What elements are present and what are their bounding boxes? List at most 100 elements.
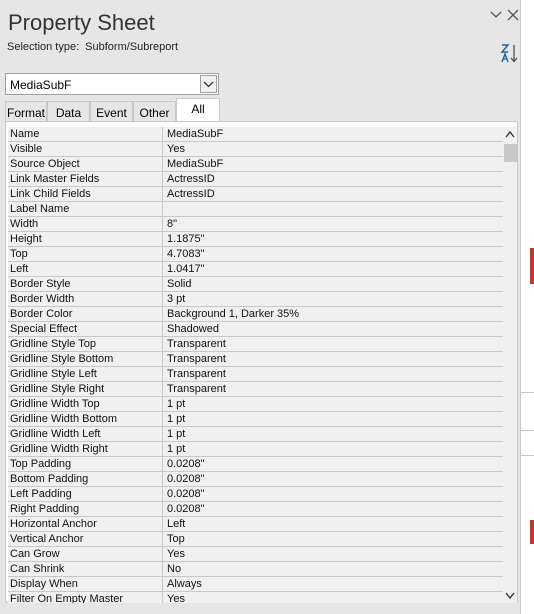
- property-value[interactable]: 1.0417": [163, 262, 503, 277]
- property-value[interactable]: Solid: [163, 277, 503, 292]
- property-row[interactable]: Right Padding 0.0208": [8, 502, 503, 517]
- property-name: Top Padding: [8, 457, 163, 472]
- property-value[interactable]: MediaSubF: [163, 157, 503, 172]
- property-value[interactable]: 8": [163, 217, 503, 232]
- sort-button[interactable]: [499, 42, 519, 64]
- property-row[interactable]: Left Padding 0.0208": [8, 487, 503, 502]
- property-row[interactable]: Link Child Fields ActressID: [8, 187, 503, 202]
- scroll-down-button[interactable]: [503, 588, 517, 603]
- property-name: Special Effect: [8, 322, 163, 337]
- property-value[interactable]: 3 pt: [163, 292, 503, 307]
- property-value[interactable]: 0.0208": [163, 472, 503, 487]
- property-value[interactable]: Shadowed: [163, 322, 503, 337]
- property-value[interactable]: No: [163, 562, 503, 577]
- property-row[interactable]: Gridline Width Bottom 1 pt: [8, 412, 503, 427]
- property-row[interactable]: Source Object MediaSubF: [8, 157, 503, 172]
- property-value[interactable]: Transparent: [163, 337, 503, 352]
- property-value[interactable]: ActressID: [163, 172, 503, 187]
- property-value[interactable]: 1 pt: [163, 442, 503, 457]
- scroll-up-button[interactable]: [503, 127, 517, 142]
- property-value[interactable]: 0.0208": [163, 457, 503, 472]
- chevron-down-icon: [203, 81, 214, 88]
- vertical-scrollbar[interactable]: [503, 127, 517, 603]
- property-row[interactable]: Gridline Style Bottom Transparent: [8, 352, 503, 367]
- property-row[interactable]: Special Effect Shadowed: [8, 322, 503, 337]
- property-name: Gridline Width Top: [8, 397, 163, 412]
- property-row[interactable]: Left 1.0417": [8, 262, 503, 277]
- property-value[interactable]: Transparent: [163, 382, 503, 397]
- object-selector-dropdown[interactable]: MediaSubF: [5, 73, 219, 95]
- property-row[interactable]: Link Master Fields ActressID: [8, 172, 503, 187]
- property-value[interactable]: 1.1875": [163, 232, 503, 247]
- property-name: Gridline Style Left: [8, 367, 163, 382]
- property-row[interactable]: Display When Always: [8, 577, 503, 592]
- property-name: Gridline Style Right: [8, 382, 163, 397]
- collapse-pane-button[interactable]: [489, 8, 503, 22]
- property-value[interactable]: 1 pt: [163, 397, 503, 412]
- property-name: Bottom Padding: [8, 472, 163, 487]
- edge-marker: [530, 248, 534, 284]
- property-row[interactable]: Can Shrink No: [8, 562, 503, 577]
- close-pane-button[interactable]: [506, 8, 520, 22]
- tab-data[interactable]: Data: [47, 101, 90, 122]
- property-grid: Name MediaSubF Visible Yes Source Object Medi…: [8, 127, 503, 603]
- property-row[interactable]: Visible Yes: [8, 142, 503, 157]
- property-value[interactable]: MediaSubF: [163, 127, 503, 142]
- property-row[interactable]: Gridline Style Left Transparent: [8, 367, 503, 382]
- property-value[interactable]: Yes: [163, 142, 503, 157]
- close-icon: [507, 9, 519, 21]
- property-row[interactable]: Top Padding 0.0208": [8, 457, 503, 472]
- property-row[interactable]: Border Color Background 1, Darker 35%: [8, 307, 503, 322]
- property-row[interactable]: Gridline Width Right 1 pt: [8, 442, 503, 457]
- property-row[interactable]: Gridline Style Top Transparent: [8, 337, 503, 352]
- property-name: Visible: [8, 142, 163, 157]
- property-row[interactable]: Gridline Style Right Transparent: [8, 382, 503, 397]
- property-name: Horizontal Anchor: [8, 517, 163, 532]
- property-row[interactable]: Border Style Solid: [8, 277, 503, 292]
- property-name: Can Grow: [8, 547, 163, 562]
- property-row[interactable]: Filter On Empty Master Yes: [8, 592, 503, 603]
- edge-marker: [530, 520, 534, 544]
- property-row[interactable]: Label Name: [8, 202, 503, 217]
- arrow-down-icon: [505, 592, 515, 600]
- property-name: Source Object: [8, 157, 163, 172]
- property-row[interactable]: Name MediaSubF: [8, 127, 503, 142]
- tab-event[interactable]: Event: [90, 101, 133, 122]
- property-value[interactable]: Top: [163, 532, 503, 547]
- property-row[interactable]: Gridline Width Top 1 pt: [8, 397, 503, 412]
- object-selector-value: MediaSubF: [10, 78, 72, 92]
- property-row[interactable]: Border Width 3 pt: [8, 292, 503, 307]
- property-value[interactable]: [163, 202, 503, 217]
- property-value[interactable]: 1 pt: [163, 412, 503, 427]
- property-sheet-pane: Property Sheet Selection type: Subform/Su…: [0, 0, 521, 614]
- tab-all[interactable]: All: [176, 98, 220, 123]
- tab-other[interactable]: Other: [133, 101, 176, 122]
- property-grid-container: Name MediaSubF Visible Yes Source Object Medi…: [5, 121, 518, 603]
- property-value[interactable]: Transparent: [163, 367, 503, 382]
- property-value[interactable]: ActressID: [163, 187, 503, 202]
- property-value[interactable]: Left: [163, 517, 503, 532]
- property-row[interactable]: Width 8": [8, 217, 503, 232]
- scrollbar-thumb[interactable]: [504, 144, 517, 162]
- property-value[interactable]: Always: [163, 577, 503, 592]
- property-value[interactable]: 1 pt: [163, 427, 503, 442]
- property-value[interactable]: 4.7083": [163, 247, 503, 262]
- property-row[interactable]: Vertical Anchor Top: [8, 532, 503, 547]
- dropdown-arrow-button[interactable]: [200, 75, 217, 93]
- tab-format[interactable]: Format: [5, 101, 47, 122]
- property-value[interactable]: Background 1, Darker 35%: [163, 307, 503, 322]
- property-value[interactable]: 0.0208": [163, 487, 503, 502]
- property-name: Border Width: [8, 292, 163, 307]
- property-row[interactable]: Height 1.1875": [8, 232, 503, 247]
- property-value[interactable]: Yes: [163, 547, 503, 562]
- property-row[interactable]: Top 4.7083": [8, 247, 503, 262]
- property-name: Link Master Fields: [8, 172, 163, 187]
- property-row[interactable]: Horizontal Anchor Left: [8, 517, 503, 532]
- property-row[interactable]: Bottom Padding 0.0208": [8, 472, 503, 487]
- property-value[interactable]: 0.0208": [163, 502, 503, 517]
- property-row[interactable]: Can Grow Yes: [8, 547, 503, 562]
- property-name: Height: [8, 232, 163, 247]
- property-row[interactable]: Gridline Width Left 1 pt: [8, 427, 503, 442]
- property-value[interactable]: Yes: [163, 592, 503, 603]
- property-value[interactable]: Transparent: [163, 352, 503, 367]
